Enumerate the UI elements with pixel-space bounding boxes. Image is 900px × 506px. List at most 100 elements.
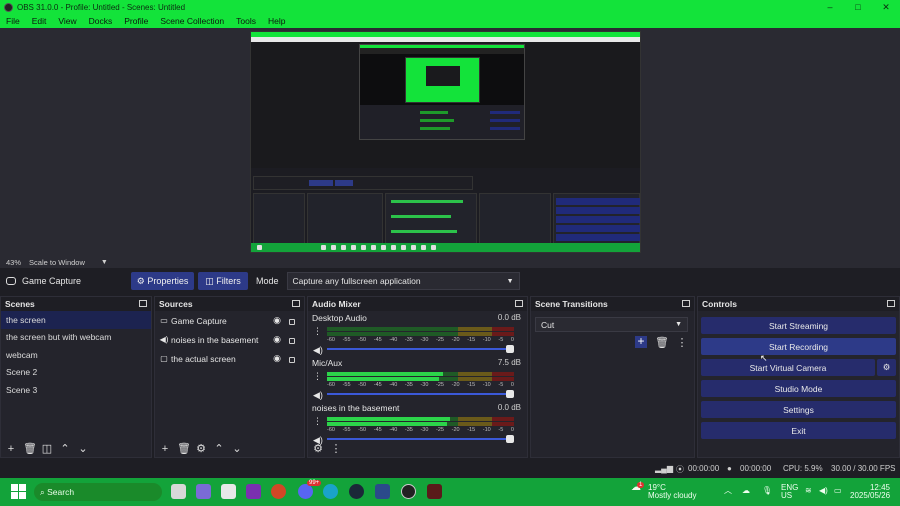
properties-button[interactable]: ⚙ Properties [131,272,195,290]
more-options-icon[interactable]: ⋮ [330,443,342,455]
exit-button[interactable]: Exit [701,422,896,439]
more-options-icon[interactable]: ⋮ [313,327,322,336]
add-icon[interactable]: + [5,443,17,455]
more-options-icon[interactable]: ⋮ [313,417,322,426]
transition-select[interactable]: Cut ▼ [535,317,688,332]
undock-icon[interactable] [292,300,300,307]
clock[interactable]: 12:45 2025/05/26 [850,484,890,500]
eye-icon[interactable]: ◉ [273,315,281,326]
microsoft-store-icon[interactable] [221,484,236,499]
menu-scene-collection[interactable]: Scene Collection [154,16,230,26]
menu-edit[interactable]: Edit [26,16,53,26]
scene-item[interactable]: Scene 3 [1,381,151,399]
scale-mode-select[interactable]: Scale to Window [29,258,85,267]
microphone-icon[interactable]: 🎙 [762,487,772,495]
scene-item[interactable]: the screen but with webcam [1,329,151,347]
volume-slider-handle[interactable] [506,390,514,398]
preview-taskbar-icon [411,245,416,250]
steam-icon[interactable] [349,484,364,499]
sources-toolbar: + 🗑 ⚙ ⌃ ⌄ [155,441,304,457]
arrow-up-icon[interactable]: ⌃ [213,443,225,455]
gear-icon[interactable]: ⚙ [312,443,324,455]
undock-icon[interactable] [887,300,895,307]
language-indicator[interactable]: ENG US [781,484,798,500]
edge-icon[interactable] [323,484,338,499]
preview-meter [391,215,451,218]
volume-slider-handle[interactable] [506,345,514,353]
wifi-icon[interactable]: ≋ [805,487,812,495]
source-item[interactable]: ◀) noises in the basement ◉ [155,330,304,349]
powerpoint-icon[interactable] [271,484,286,499]
undock-icon[interactable] [139,300,147,307]
add-icon[interactable]: + [159,443,171,455]
cloud-icon[interactable]: ☁ [742,487,750,495]
volume-slider[interactable] [327,345,514,353]
arrow-up-icon[interactable]: ⌃ [59,443,71,455]
preview-deeper-preview [405,57,480,103]
scene-item[interactable]: Scene 2 [1,364,151,382]
studio-mode-button[interactable]: Studio Mode [701,380,896,397]
source-item[interactable]: ▢ the actual screen ◉ [155,349,304,368]
speaker-icon[interactable]: ◀) [313,390,323,401]
eye-icon[interactable]: ◉ [273,353,281,364]
sources-dock: Sources ▭ Game Capture ◉ ◀) noises in th… [154,296,305,458]
copilot-icon[interactable] [196,484,211,499]
filters-button[interactable]: ◫ Filters [198,272,249,290]
sources-dock-header: Sources [155,297,304,311]
scene-item[interactable]: the screen [1,311,151,329]
chevron-down-icon[interactable]: ▼ [101,259,108,266]
scenes-title: Scenes [5,299,35,309]
virtual-camera-settings-button[interactable]: ⚙ [877,359,896,376]
chevron-up-icon[interactable]: ︿ [724,487,732,495]
app-taskbar-icon[interactable] [427,484,442,499]
arrow-down-icon[interactable]: ⌄ [231,443,243,455]
settings-button[interactable]: Settings [701,401,896,418]
minimize-button[interactable]: – [816,2,844,13]
battery-icon[interactable]: ▭ [834,487,842,495]
volume-icon[interactable]: ◀) [819,487,828,495]
maximize-button[interactable]: □ [844,2,872,13]
onenote-icon[interactable] [246,484,261,499]
more-options-icon[interactable]: ⋮ [313,372,322,381]
volume-slider[interactable] [327,390,514,398]
arrow-down-icon[interactable]: ⌄ [77,443,89,455]
menu-view[interactable]: View [52,16,82,26]
menu-docks[interactable]: Docks [83,16,119,26]
volume-slider[interactable] [327,435,514,443]
nested-meter [420,119,454,122]
add-transition-button[interactable]: + [635,335,647,348]
scene-item[interactable]: webcam [1,346,151,364]
preview-canvas[interactable] [250,31,641,253]
menu-profile[interactable]: Profile [118,16,154,26]
lock-icon[interactable] [289,319,295,325]
undock-icon[interactable] [682,300,690,307]
obs-taskbar-icon[interactable] [401,484,416,499]
trash-icon[interactable]: 🗑 [23,443,37,455]
start-virtual-camera-button[interactable]: Start Virtual Camera [701,359,875,376]
speaker-icon[interactable]: ◀) [313,345,323,356]
eye-icon[interactable]: ◉ [273,334,281,345]
discord-icon[interactable] [298,484,313,499]
lock-icon[interactable] [289,338,295,344]
menu-file[interactable]: File [0,16,26,26]
start-streaming-button[interactable]: Start Streaming [701,317,896,334]
windows-start-icon[interactable] [11,484,26,499]
undock-icon[interactable] [515,300,523,307]
weather-widget[interactable]: 19°C Mostly cloudy [648,484,696,500]
trash-icon[interactable]: 🗑 [655,337,669,349]
channel-db: 0.0 dB [497,403,521,412]
source-item[interactable]: ▭ Game Capture ◉ [155,311,304,330]
lock-icon[interactable] [289,357,295,363]
taskbar-search[interactable]: ⌕ Search [34,483,162,501]
more-options-icon[interactable]: ⋮ [676,337,688,349]
capture-mode-select[interactable]: Capture any fullscreen application ▼ [286,272,520,290]
trash-icon[interactable]: 🗑 [177,443,191,455]
menu-help[interactable]: Help [262,16,291,26]
game-app-icon[interactable] [375,484,390,499]
task-view-icon[interactable] [171,484,186,499]
filter-icon[interactable]: ◫ [41,443,53,455]
start-recording-button[interactable]: Start Recording [701,338,896,355]
menu-tools[interactable]: Tools [230,16,262,26]
gear-icon[interactable]: ⚙ [195,443,207,455]
close-button[interactable]: ✕ [872,2,900,13]
